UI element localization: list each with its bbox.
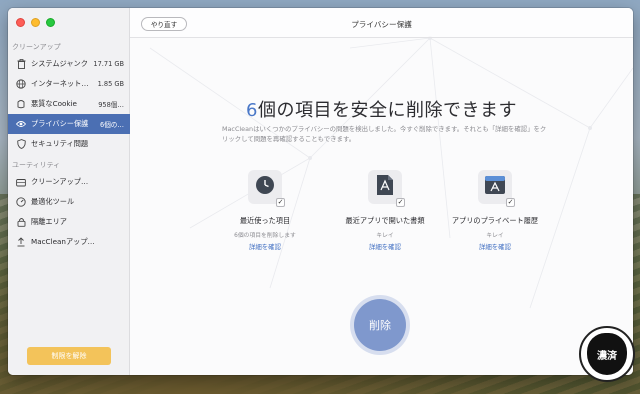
sidebar-item-value: 1.85 GB <box>97 80 124 88</box>
card-icon-frame: ✓ <box>248 170 285 207</box>
main-panel: やり直す プライバシー保護 6個の項目を安全に削除できます MacCleanはい… <box>130 8 633 375</box>
headline-text: 個の項目を安全に削除できます <box>257 100 517 121</box>
shield-icon <box>16 139 26 149</box>
sidebar-item-label: クリーンアップ… <box>31 177 89 186</box>
zoom-window-button[interactable] <box>46 18 55 27</box>
sidebar-item-internet[interactable]: インターネット… 1.85 GB <box>8 74 130 94</box>
section-label-utilities: ユーティリティ <box>12 161 61 169</box>
card-recent-documents: ✓ 最近アプリで開いた書類 キレイ 詳細を確認 <box>325 170 445 251</box>
gauge-icon <box>16 197 26 207</box>
sidebar-item-label: インターネット… <box>31 79 89 88</box>
sidebar-item-value: 6個の… <box>100 121 124 129</box>
utilities-list: クリーンアップ… 最適化ツール 隔離エリア MacCleanアップ… <box>8 172 130 252</box>
page-headline: 6個の項目を安全に削除できます <box>130 96 633 122</box>
globe-icon <box>16 79 26 89</box>
checkbox[interactable]: ✓ <box>276 198 285 207</box>
sidebar-item-label: MacCleanアップ… <box>31 237 95 246</box>
card-recent-items: ✓ 最近使った項目 6個の項目を削除します 詳細を確認 <box>205 170 325 251</box>
apple-logo-icon: 濃済 <box>587 333 627 375</box>
card-subtitle: キレイ <box>376 233 394 239</box>
card-icon-frame: ✓ <box>478 170 515 207</box>
sidebar-item-value: 17.71 GB <box>93 60 124 68</box>
sidebar-item-label: プライバシー保護 <box>31 119 89 128</box>
card-subtitle: キレイ <box>486 233 504 239</box>
checkbox[interactable]: ✓ <box>506 198 515 207</box>
drive-icon <box>16 177 26 187</box>
upload-icon <box>16 237 26 247</box>
close-window-button[interactable] <box>16 18 25 27</box>
card-title: アプリのプライベート履歴 <box>451 216 539 225</box>
item-count: 6 <box>246 100 258 121</box>
checkbox[interactable]: ✓ <box>396 198 405 207</box>
watermark-text: 濃済 <box>597 350 617 362</box>
sidebar-item-privacy[interactable]: プライバシー保護 6個の… <box>8 114 130 134</box>
window-title: プライバシー保護 <box>351 20 412 29</box>
lock-icon <box>16 217 26 227</box>
sidebar-item-quarantine[interactable]: 隔離エリア <box>8 212 130 232</box>
trash-icon <box>16 59 26 69</box>
sidebar-item-cleanup-tool[interactable]: クリーンアップ… <box>8 172 130 192</box>
sidebar-item-value: 958個… <box>98 101 124 109</box>
card-subtitle: 6個の項目を削除します <box>234 233 296 239</box>
sidebar-item-security[interactable]: セキュリティ問題 <box>8 134 130 154</box>
details-link[interactable]: 詳細を確認 <box>325 242 445 251</box>
sidebar-item-optimizer[interactable]: 最適化ツール <box>8 192 130 212</box>
minimize-window-button[interactable] <box>31 18 40 27</box>
app-icon <box>484 175 506 199</box>
section-label-cleanup: クリーンアップ <box>12 43 61 51</box>
sidebar-item-label: 最適化ツール <box>31 197 75 206</box>
cookie-icon <box>16 99 26 109</box>
details-link[interactable]: 詳細を確認 <box>435 242 555 251</box>
delete-button-ring: 削除 <box>350 295 410 355</box>
window-controls <box>16 18 55 27</box>
sidebar: クリーンアップ システムジャンク 17.71 GB インターネット… 1.85 … <box>8 8 130 375</box>
app-window: クリーンアップ システムジャンク 17.71 GB インターネット… 1.85 … <box>8 8 633 375</box>
sidebar-item-label: 隔離エリア <box>31 217 67 226</box>
sidebar-item-label: 悪質なCookie <box>31 99 77 108</box>
titlebar: やり直す プライバシー保護 <box>130 8 633 38</box>
details-link[interactable]: 詳細を確認 <box>205 242 325 251</box>
sidebar-item-system-junk[interactable]: システムジャンク 17.71 GB <box>8 54 130 74</box>
sidebar-item-update[interactable]: MacCleanアップ… <box>8 232 130 252</box>
card-icon-frame: ✓ <box>368 170 405 207</box>
sidebar-item-label: セキュリティ問題 <box>31 139 89 148</box>
cleanup-list: システムジャンク 17.71 GB インターネット… 1.85 GB 悪質なCo… <box>8 54 130 154</box>
eye-icon <box>16 119 26 129</box>
unlock-restrictions-button[interactable]: 制限を解除 <box>27 347 111 365</box>
document-icon <box>376 174 394 200</box>
delete-button[interactable]: 削除 <box>354 299 406 351</box>
card-title: 最近アプリで開いた書類 <box>345 216 425 225</box>
description-text: MacCleanはいくつかのプライバシーの問題を検出しました。今すぐ削除できます… <box>222 125 547 143</box>
sidebar-item-label: システムジャンク <box>31 59 88 68</box>
sidebar-item-cookies[interactable]: 悪質なCookie 958個… <box>8 94 130 114</box>
card-title: 最近使った項目 <box>239 216 291 225</box>
clock-icon <box>255 175 275 199</box>
watermark-logo: 濃済 <box>579 326 635 382</box>
card-app-history: ✓ アプリのプライベート履歴 キレイ 詳細を確認 <box>435 170 555 251</box>
